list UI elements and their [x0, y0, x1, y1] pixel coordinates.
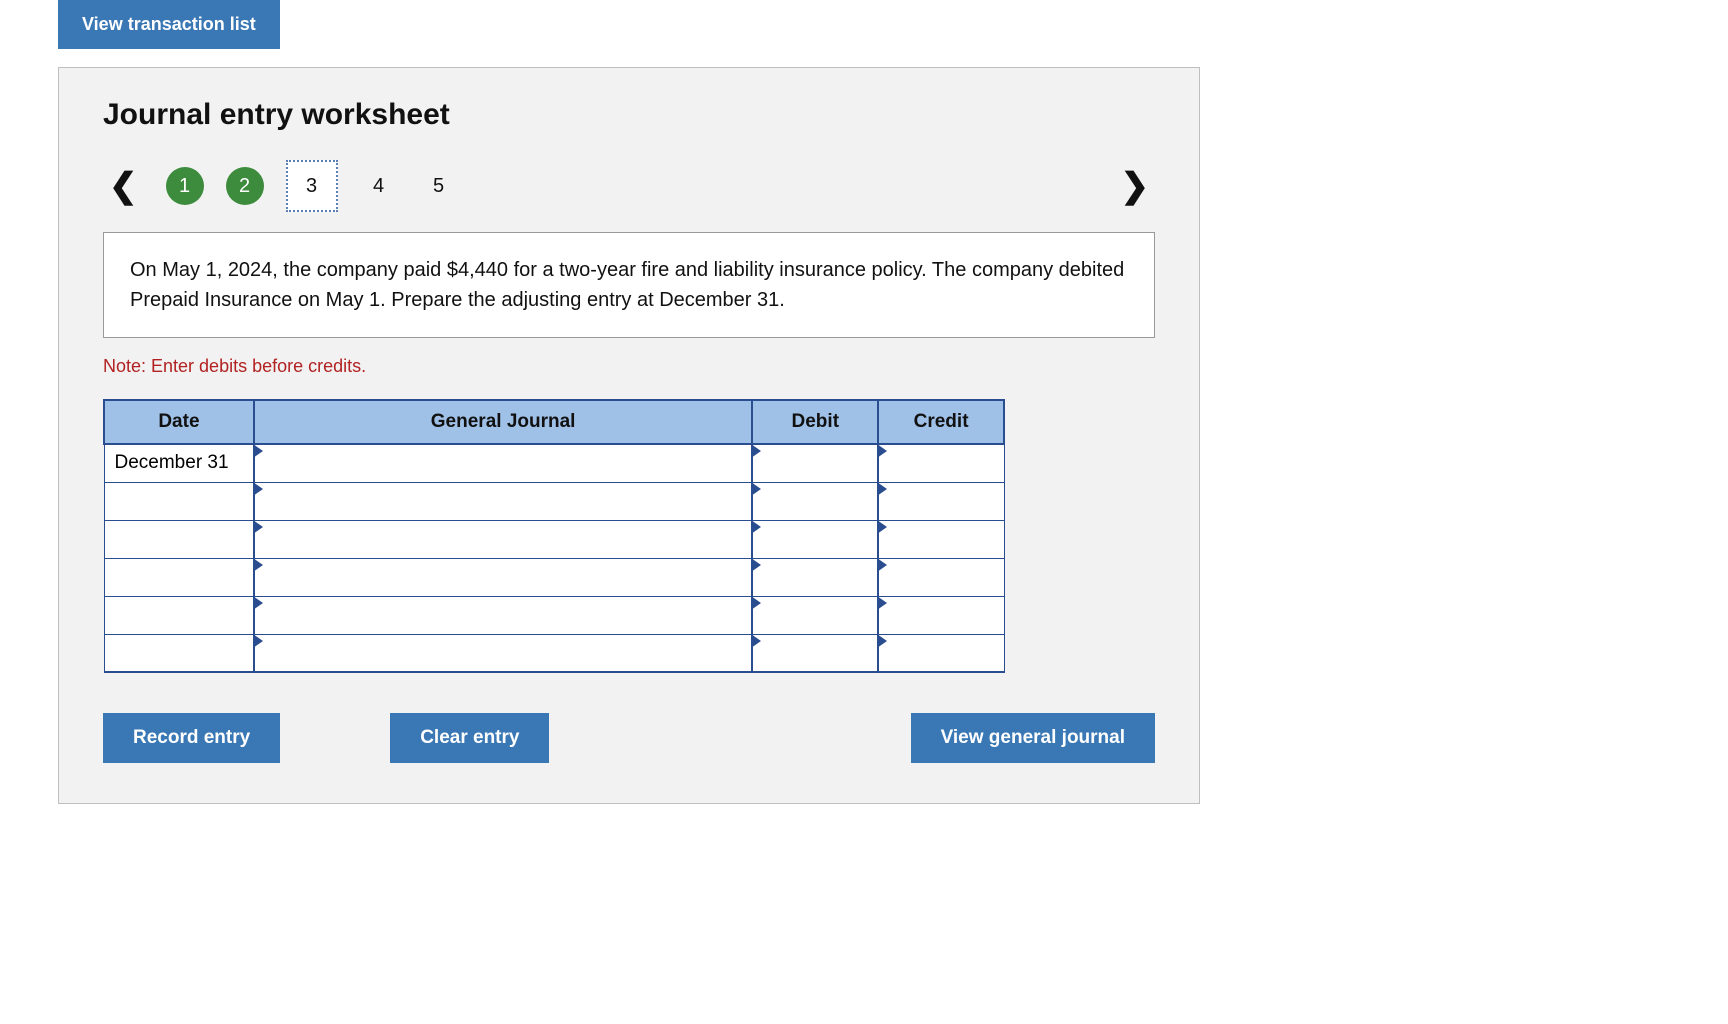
- clear-entry-button[interactable]: Clear entry: [390, 713, 549, 763]
- table-row: [104, 596, 1004, 634]
- action-buttons: Record entry Clear entry View general jo…: [103, 713, 1155, 763]
- th-debit: Debit: [752, 400, 878, 444]
- view-general-journal-button[interactable]: View general journal: [911, 713, 1155, 763]
- table-row: [104, 482, 1004, 520]
- cell-gj[interactable]: [254, 444, 753, 482]
- step-1[interactable]: 1: [166, 167, 204, 205]
- cell-date[interactable]: [104, 558, 254, 596]
- journal-table: Date General Journal Debit Credit Decemb…: [103, 399, 1005, 673]
- cell-credit[interactable]: [878, 482, 1004, 520]
- cell-credit[interactable]: [878, 634, 1004, 672]
- step-5[interactable]: 5: [420, 167, 458, 205]
- note-text: Note: Enter debits before credits.: [103, 356, 1155, 377]
- cell-date[interactable]: [104, 482, 254, 520]
- prev-arrow-icon[interactable]: ❮: [103, 169, 144, 203]
- record-entry-button[interactable]: Record entry: [103, 713, 280, 763]
- view-transaction-list-button[interactable]: View transaction list: [58, 0, 280, 49]
- cell-credit[interactable]: [878, 520, 1004, 558]
- next-arrow-icon[interactable]: ❯: [1115, 169, 1156, 203]
- table-row: [104, 520, 1004, 558]
- cell-credit[interactable]: [878, 558, 1004, 596]
- table-row: [104, 634, 1004, 672]
- cell-credit[interactable]: [878, 444, 1004, 482]
- step-3[interactable]: 3: [286, 160, 338, 212]
- th-credit: Credit: [878, 400, 1004, 444]
- step-2[interactable]: 2: [226, 167, 264, 205]
- cell-debit[interactable]: [752, 482, 878, 520]
- cell-date[interactable]: December 31: [104, 444, 254, 482]
- cell-gj[interactable]: [254, 520, 753, 558]
- cell-debit[interactable]: [752, 634, 878, 672]
- cell-gj[interactable]: [254, 558, 753, 596]
- cell-date[interactable]: [104, 520, 254, 558]
- cell-gj[interactable]: [254, 482, 753, 520]
- cell-debit[interactable]: [752, 596, 878, 634]
- worksheet-title: Journal entry worksheet: [103, 98, 1155, 132]
- cell-debit[interactable]: [752, 520, 878, 558]
- worksheet-panel: Journal entry worksheet ❮ 1 2 3 4 5 ❯ On…: [58, 67, 1200, 804]
- cell-debit[interactable]: [752, 558, 878, 596]
- question-text: On May 1, 2024, the company paid $4,440 …: [103, 232, 1155, 338]
- cell-date[interactable]: [104, 596, 254, 634]
- cell-date[interactable]: [104, 634, 254, 672]
- cell-gj[interactable]: [254, 596, 753, 634]
- th-gj: General Journal: [254, 400, 753, 444]
- cell-debit[interactable]: [752, 444, 878, 482]
- step-4[interactable]: 4: [360, 167, 398, 205]
- table-row: [104, 558, 1004, 596]
- th-date: Date: [104, 400, 254, 444]
- table-row: December 31: [104, 444, 1004, 482]
- cell-gj[interactable]: [254, 634, 753, 672]
- step-nav: ❮ 1 2 3 4 5 ❯: [103, 160, 1155, 212]
- cell-credit[interactable]: [878, 596, 1004, 634]
